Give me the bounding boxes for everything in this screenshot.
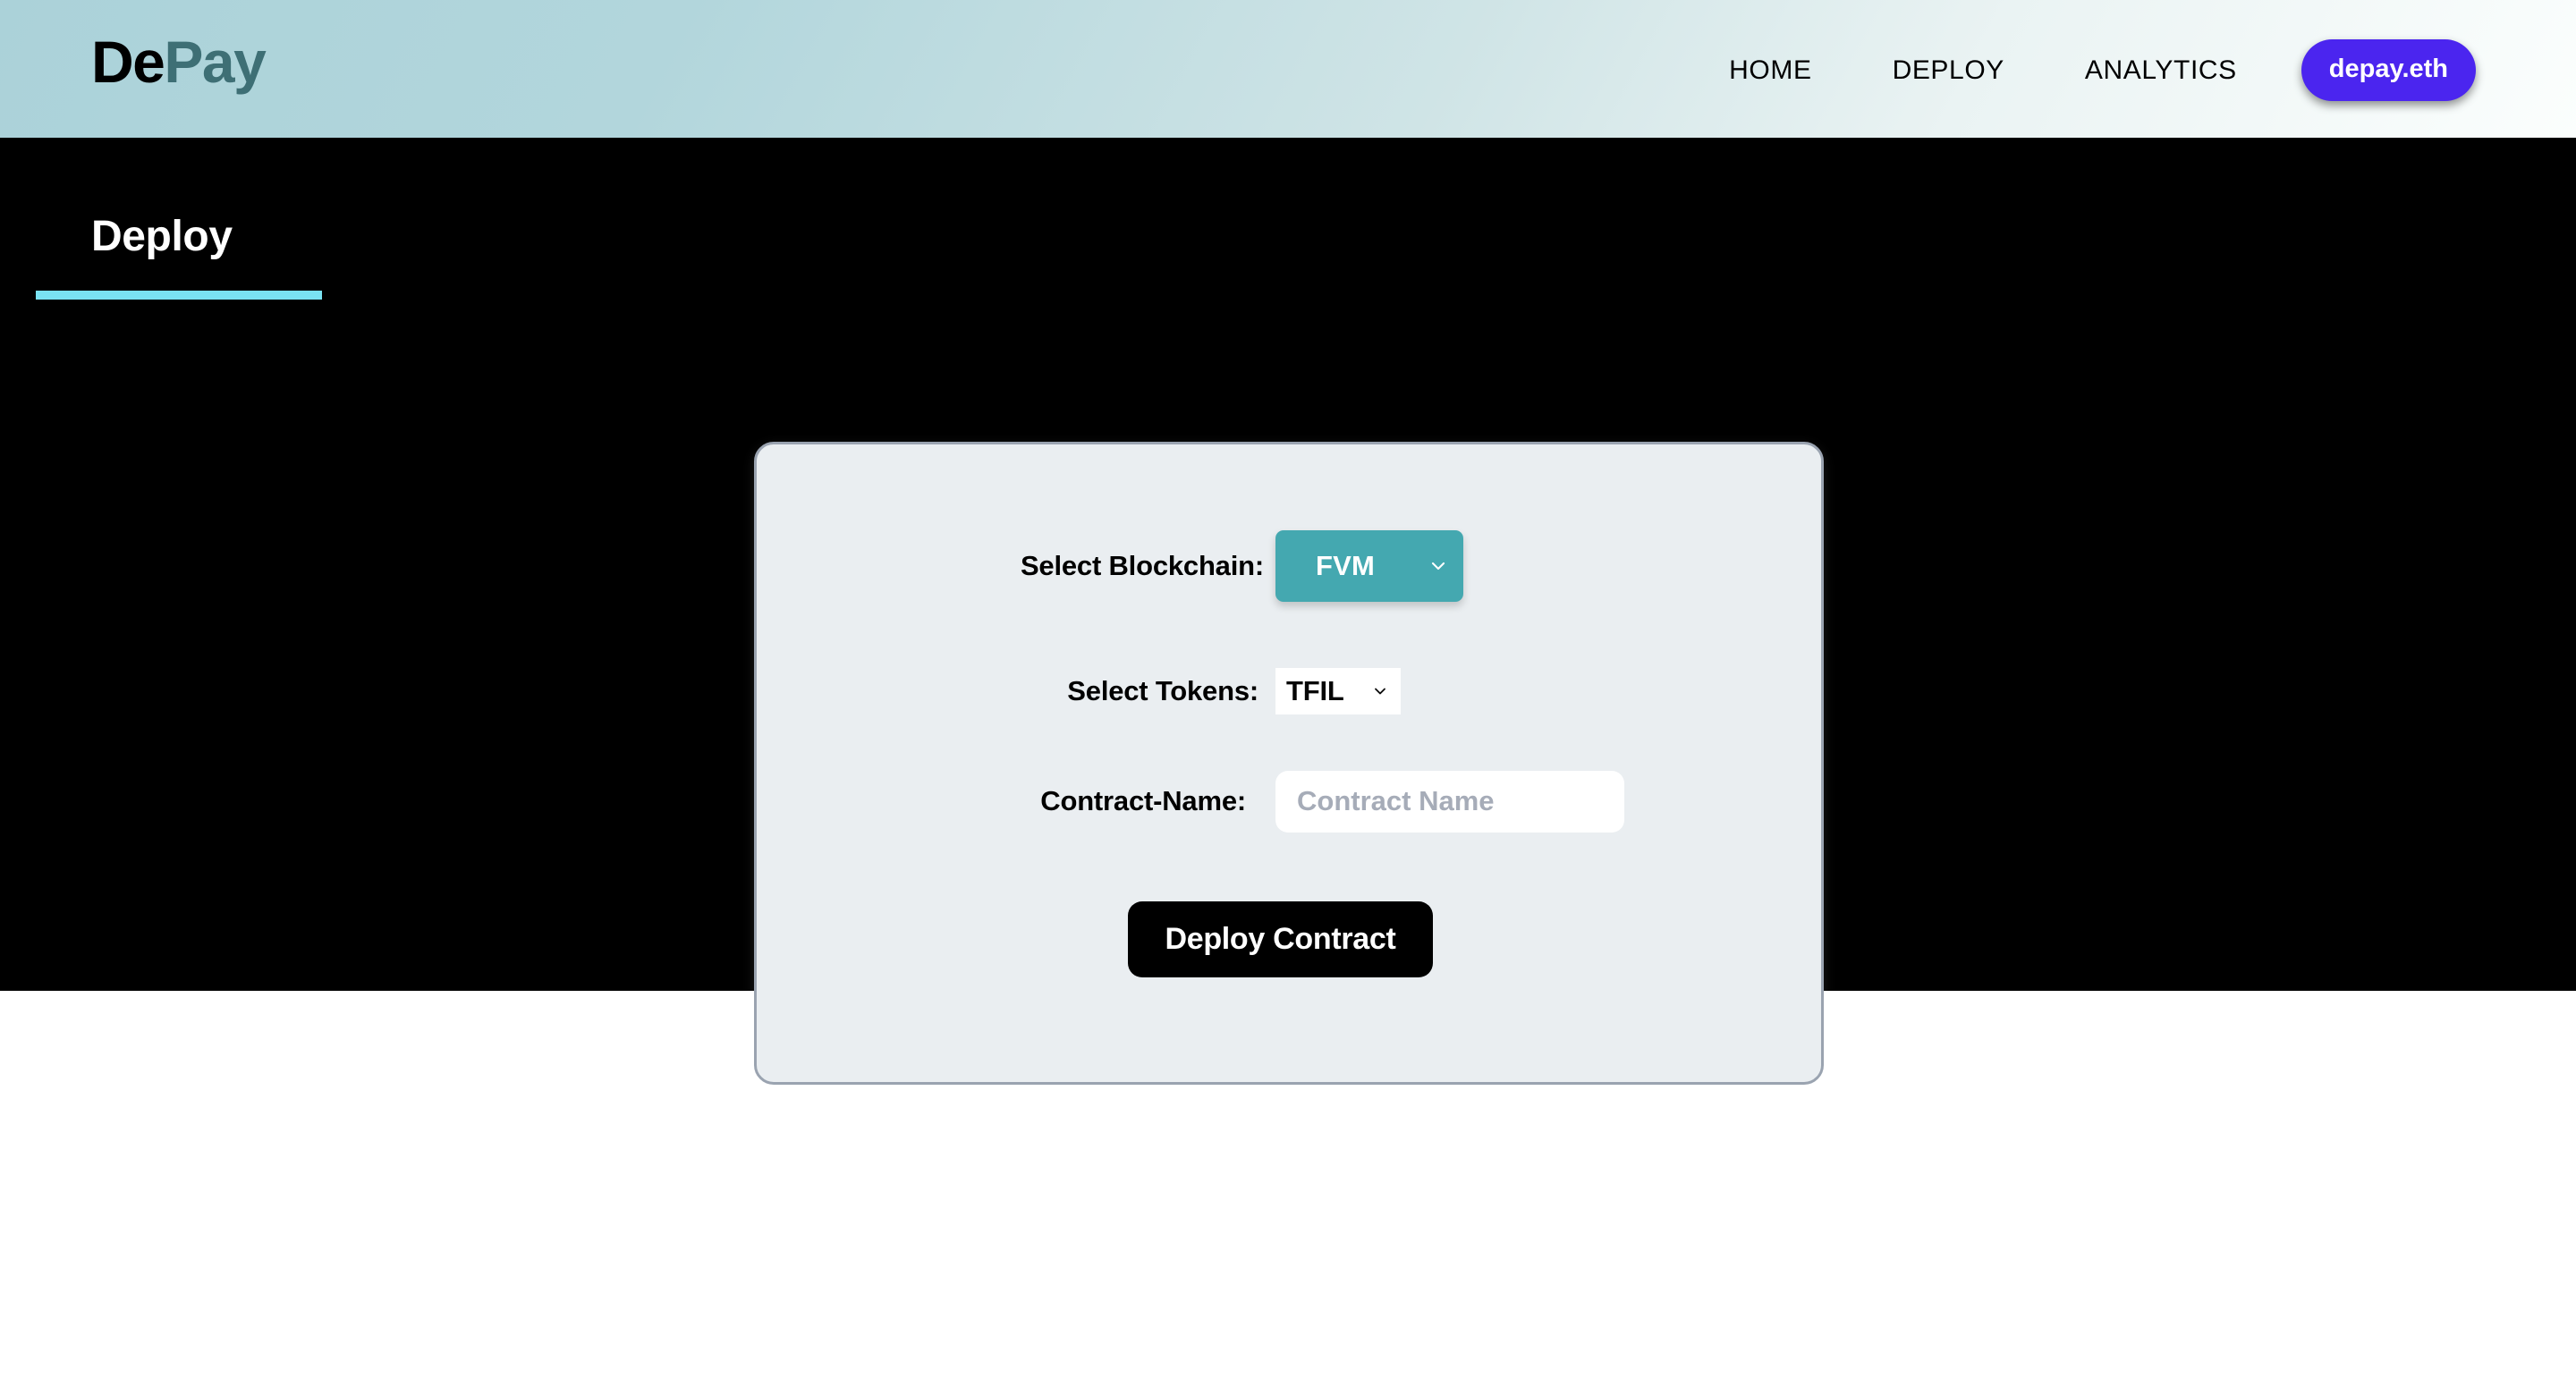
deploy-stage: Deploy Select Blockchain: FVM Select Tok… — [0, 140, 2576, 1085]
page-title: Deploy — [91, 213, 233, 260]
token-select-value: TFIL — [1286, 675, 1344, 706]
page-title-block: Deploy — [36, 213, 322, 300]
main-navigation: HOME DEPLOY ANALYTICS depay.eth — [1729, 0, 2476, 140]
site-header: DePay HOME DEPLOY ANALYTICS depay.eth — [0, 0, 2576, 140]
deploy-contract-button[interactable]: Deploy Contract — [1128, 901, 1433, 977]
label-select-tokens: Select Tokens: — [1067, 675, 1258, 706]
nav-link-analytics[interactable]: ANALYTICS — [2085, 46, 2237, 95]
brand-logo[interactable]: DePay — [91, 32, 267, 91]
field-row-tokens: Select Tokens: TFIL — [757, 664, 1821, 718]
page-title-underline — [36, 291, 322, 300]
label-select-blockchain: Select Blockchain: — [1020, 550, 1264, 581]
nav-link-home[interactable]: HOME — [1729, 46, 1811, 95]
field-row-blockchain: Select Blockchain: FVM — [757, 514, 1821, 618]
chevron-down-icon — [1371, 682, 1389, 700]
deploy-form: Select Blockchain: FVM Select Tokens: TF… — [757, 444, 1821, 977]
brand-logo-prefix: De — [91, 29, 165, 95]
chevron-down-icon — [1428, 555, 1449, 577]
deploy-form-card: Select Blockchain: FVM Select Tokens: TF… — [754, 442, 1824, 1085]
brand-logo-suffix: Pay — [164, 29, 266, 95]
blockchain-select[interactable]: FVM — [1275, 530, 1463, 602]
label-contract-name: Contract-Name: — [1040, 785, 1246, 816]
token-select[interactable]: TFIL — [1275, 668, 1401, 714]
nav-link-deploy[interactable]: DEPLOY — [1893, 46, 2004, 95]
contract-name-input[interactable] — [1275, 770, 1624, 833]
blockchain-select-value: FVM — [1316, 550, 1376, 581]
wallet-address-button[interactable]: depay.eth — [2301, 39, 2476, 101]
field-row-contract-name: Contract-Name: — [757, 770, 1821, 833]
submit-row: Deploy Contract — [757, 901, 1821, 977]
